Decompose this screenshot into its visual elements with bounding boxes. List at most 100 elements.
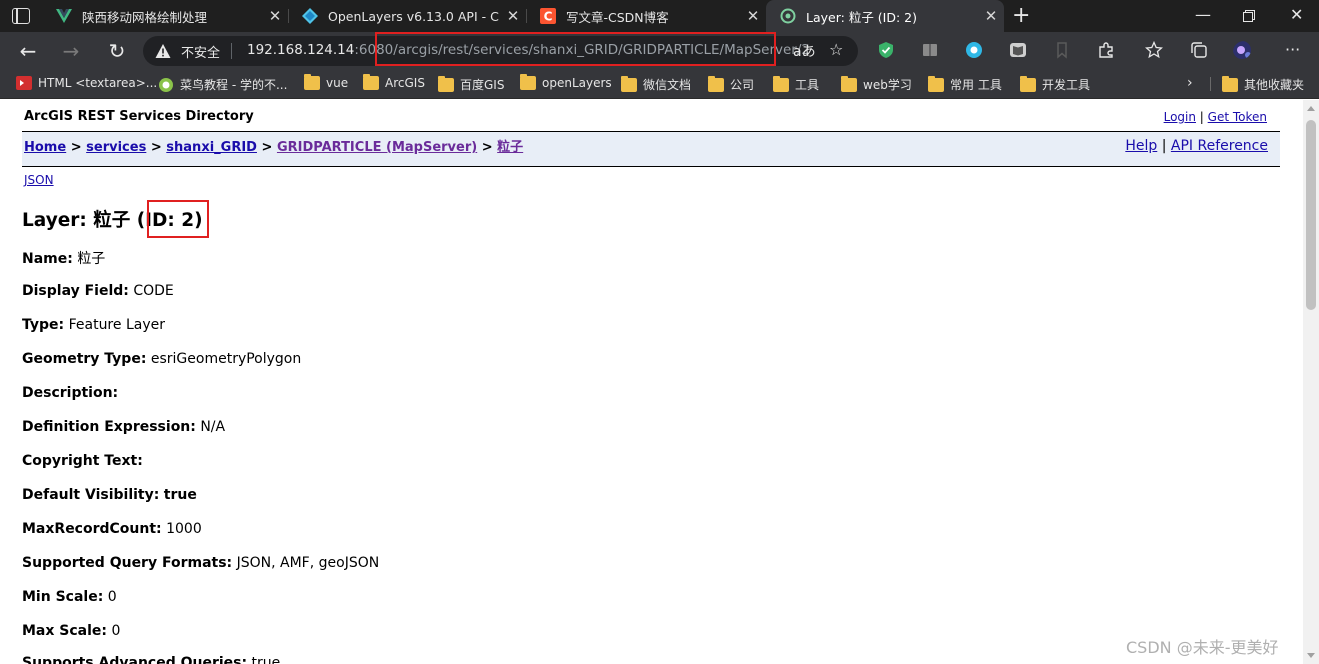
minimize-icon[interactable]: — [1195,5,1211,24]
tab-layer-active[interactable]: Layer: 粒子 (ID: 2) ✕ [766,0,1004,32]
arcgis-logo-icon [780,8,796,24]
folder-icon [621,75,637,92]
close-window-icon[interactable]: ✕ [1290,5,1303,24]
property-label: Max Scale: [22,623,108,639]
json-link[interactable]: JSON [24,173,54,187]
bookmark-folder-common-tools[interactable]: 常用 工具 [928,75,1002,93]
book-extension-icon[interactable] [1009,41,1027,59]
read-aloud-icon[interactable]: aあ [793,41,816,61]
url-divider [231,43,232,59]
tab-csdn[interactable]: C 写文章-CSDN博客 ✕ [526,0,766,32]
bookmark-extension-icon[interactable] [1053,41,1071,59]
url-host: 192.168.124.14 [247,42,355,58]
bookmark-folder-openlayers[interactable]: openLayers [520,74,612,90]
close-tab-icon[interactable]: ✕ [978,7,1004,25]
warning-triangle-icon[interactable] [155,43,171,59]
property-value: true [163,487,197,503]
bookmarks-divider [1210,77,1211,91]
close-tab-icon[interactable]: ✕ [740,7,766,25]
extensions-puzzle-icon[interactable] [1097,41,1115,59]
bookmark-folder-baidugis[interactable]: 百度GIS [438,75,504,93]
back-icon[interactable]: ← [15,38,41,64]
property-supported-query-formats: Supported Query Formats: JSON, AMF, geoJ… [22,555,379,571]
bubble-extension-icon[interactable] [965,41,983,59]
bookmark-folder-vue[interactable]: vue [304,74,349,90]
property-definition-expression: Definition Expression: N/A [22,419,225,435]
api-reference-link[interactable]: API Reference [1171,138,1268,154]
bookmark-label: 公司 [730,78,755,92]
help-links: Help | API Reference [1125,138,1268,154]
profile-avatar[interactable] [1233,41,1251,59]
forward-icon[interactable]: → [58,38,84,64]
shield-extension-icon[interactable] [877,41,895,59]
property-label: Copyright Text: [22,453,143,469]
property-copyright-text: Copyright Text: [22,453,143,469]
bookmark-label: 常用 工具 [950,78,1002,92]
get-token-link[interactable]: Get Token [1208,110,1267,124]
breadcrumb-separator: > [481,140,493,155]
property-value: 0 [107,589,117,605]
bookmark-folder-company[interactable]: 公司 [708,75,755,93]
scroll-up-arrow-icon[interactable] [1307,106,1315,111]
collections-icon[interactable] [1190,41,1208,59]
tab-shaanxi-grid[interactable]: 陕西移动网格绘制处理 ✕ [42,0,288,32]
page-content: ArcGIS REST Services Directory Login | G… [0,100,1303,664]
url-highlight-annotation [375,32,776,66]
login-link[interactable]: Login [1164,110,1196,124]
layer-title-prefix: Layer: 粒子 ( [22,210,146,231]
scroll-thumb[interactable] [1306,120,1316,310]
add-favorite-icon[interactable]: ☆ [829,40,843,59]
reload-icon[interactable]: ↻ [104,38,130,64]
bookmark-html-textarea[interactable]: HTML <textarea>... [16,76,157,90]
folder-icon [438,75,454,92]
folder-icon [363,74,379,90]
property-display-field: Display Field: CODE [22,283,174,299]
property-default-visibility: Default Visibility: true [22,487,197,503]
bookmark-other-favorites[interactable]: 其他收藏夹 [1222,75,1305,93]
more-menu-icon[interactable]: ··· [1285,40,1303,59]
property-geometry-type: Geometry Type: esriGeometryPolygon [22,351,301,367]
property-label: Type: [22,317,65,333]
browser-tab-strip: 陕西移动网格绘制处理 ✕ OpenLayers v6.13.0 API - Cl… [0,0,1319,32]
bookmark-label: 其他收藏夹 [1244,78,1305,92]
bookmark-folder-tools[interactable]: 工具 [773,75,820,93]
not-secure-label[interactable]: 不安全 [181,42,220,61]
bookmark-folder-web-learning[interactable]: web学习 [841,75,912,93]
breadcrumb-trail: Home > services > shanxi_GRID > GRIDPART… [24,136,523,155]
scroll-down-arrow-icon[interactable] [1307,653,1315,658]
breadcrumb-folder[interactable]: shanxi_GRID [166,140,257,155]
new-tab-icon[interactable]: + [1012,3,1030,28]
reader-extension-icon[interactable] [921,41,939,59]
favorites-icon[interactable] [1144,40,1164,59]
property-value: true [251,655,281,664]
bookmarks-overflow-icon[interactable]: › [1187,75,1193,91]
id-highlight-annotation [147,200,209,238]
bookmark-folder-wechat-docs[interactable]: 微信文档 [621,75,691,93]
close-tab-icon[interactable]: ✕ [262,7,288,25]
bookmark-label: 工具 [795,78,820,92]
tab-openlayers[interactable]: OpenLayers v6.13.0 API - Class: ✕ [288,0,526,32]
breadcrumb: Home > services > shanxi_GRID > GRIDPART… [22,131,1280,167]
bookmark-folder-dev-tools[interactable]: 开发工具 [1020,75,1090,93]
close-tab-icon[interactable]: ✕ [500,7,526,25]
page-scrollbar[interactable] [1303,100,1319,664]
bookmark-runoob[interactable]: 菜鸟教程 - 学的不... [158,76,287,93]
bookmark-folder-arcgis[interactable]: ArcGIS [363,74,425,90]
breadcrumb-service[interactable]: GRIDPARTICLE (MapServer) [277,140,477,155]
bookmark-label: vue [326,76,349,90]
breadcrumb-services[interactable]: services [86,140,146,155]
folder-icon [1020,75,1036,92]
breadcrumb-separator: > [70,140,82,155]
breadcrumb-layer[interactable]: 粒子 [497,140,523,155]
breadcrumb-home[interactable]: Home [24,140,66,155]
runoob-icon [158,77,174,92]
folder-icon [928,75,944,92]
property-label: Supported Query Formats: [22,555,233,571]
folder-icon [708,75,724,92]
property-label: Definition Expression: [22,419,196,435]
restore-icon[interactable] [1243,7,1255,26]
tab-actions-icon[interactable] [12,8,30,24]
help-link[interactable]: Help [1125,138,1157,154]
folder-icon [1222,75,1238,92]
property-value: 1000 [166,521,202,537]
